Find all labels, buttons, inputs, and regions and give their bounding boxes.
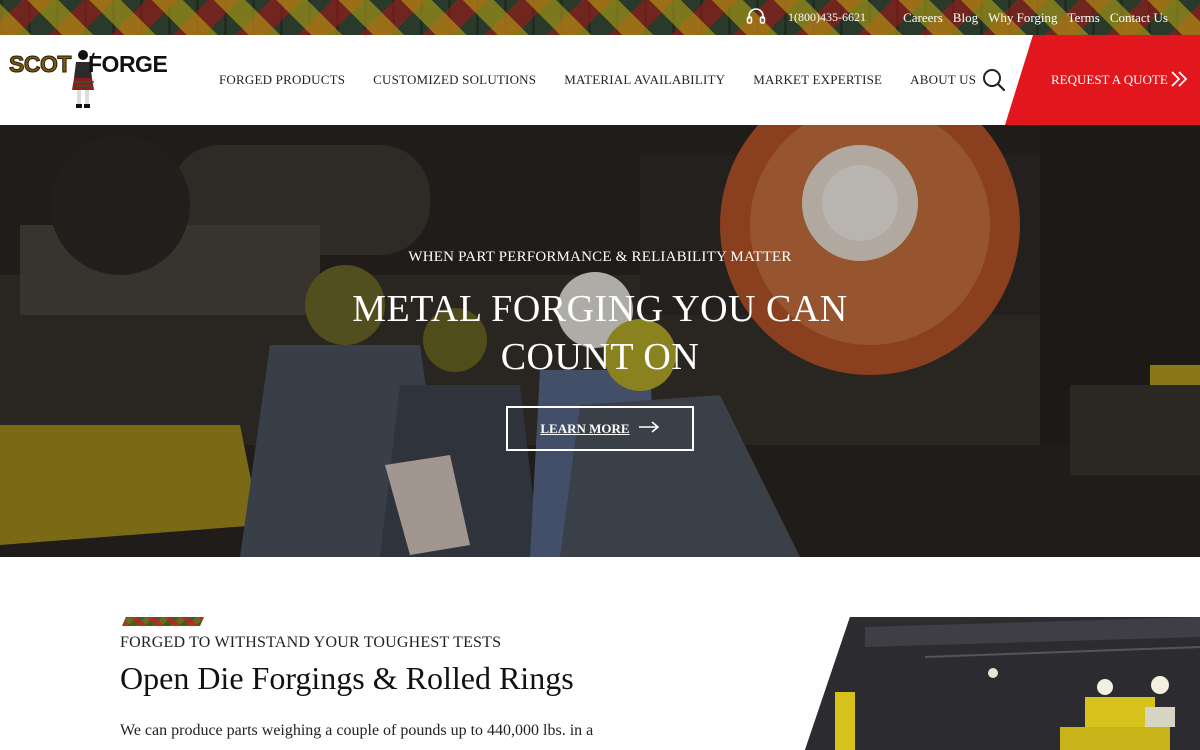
logo-word-forge: FORGE xyxy=(88,51,168,77)
headset-icon xyxy=(746,8,766,26)
hero-title: METAL FORGING YOU CAN COUNT ON xyxy=(352,288,848,378)
nav-forged-products[interactable]: FORGED PRODUCTS xyxy=(219,72,345,88)
blog-link[interactable]: Blog xyxy=(953,10,978,26)
careers-link[interactable]: Careers xyxy=(903,10,943,26)
main-header: SCOT FORGE FORGED PRODUCTS CUSTOMIZED SO… xyxy=(0,35,1200,125)
contact-us-link[interactable]: Contact Us xyxy=(1110,10,1168,26)
nav-market-expertise[interactable]: MARKET EXPERTISE xyxy=(753,72,882,88)
section-title: Open Die Forgings & Rolled Rings xyxy=(120,660,574,696)
nav-material-availability[interactable]: MATERIAL AVAILABILITY xyxy=(564,72,725,88)
logo-word-scot: SCOT xyxy=(9,51,72,78)
why-forging-link[interactable]: Why Forging xyxy=(988,10,1057,26)
nav-about-us[interactable]: ABOUT US xyxy=(910,72,976,88)
scot-forge-logo[interactable]: SCOT FORGE xyxy=(8,47,173,113)
request-a-quote-button[interactable]: REQUEST A QUOTE xyxy=(1005,35,1200,125)
terms-link[interactable]: Terms xyxy=(1068,10,1100,26)
search-icon[interactable] xyxy=(982,68,1006,92)
main-nav: FORGED PRODUCTS CUSTOMIZED SOLUTIONS MAT… xyxy=(219,72,1004,88)
hero-banner: WHEN PART PERFORMANCE & RELIABILITY MATT… xyxy=(0,125,1200,557)
double-chevron-right-icon xyxy=(1169,69,1189,94)
learn-more-label: LEARN MORE xyxy=(540,420,630,436)
nav-customized-solutions[interactable]: CUSTOMIZED SOLUTIONS xyxy=(373,72,536,88)
hero-eyebrow: WHEN PART PERFORMANCE & RELIABILITY MATT… xyxy=(408,249,792,265)
request-a-quote-label: REQUEST A QUOTE xyxy=(1051,72,1168,87)
learn-more-button[interactable]: LEARN MORE xyxy=(506,406,694,451)
utility-links: Careers Blog Why Forging Terms Contact U… xyxy=(903,10,1168,26)
section-eyebrow: FORGED TO WITHSTAND YOUR TOUGHEST TESTS xyxy=(120,634,502,651)
forge-shop-photo xyxy=(805,617,1200,750)
plaid-accent-strip xyxy=(122,617,204,626)
section-body-text: We can produce parts weighing a couple o… xyxy=(120,722,594,739)
forge-shop-image xyxy=(805,617,1200,750)
phone-number-link[interactable]: 1(800)435-6621 xyxy=(788,10,866,25)
top-utility-bar: 1(800)435-6621 Careers Blog Why Forging … xyxy=(0,0,1200,35)
arrow-right-icon xyxy=(638,420,660,437)
